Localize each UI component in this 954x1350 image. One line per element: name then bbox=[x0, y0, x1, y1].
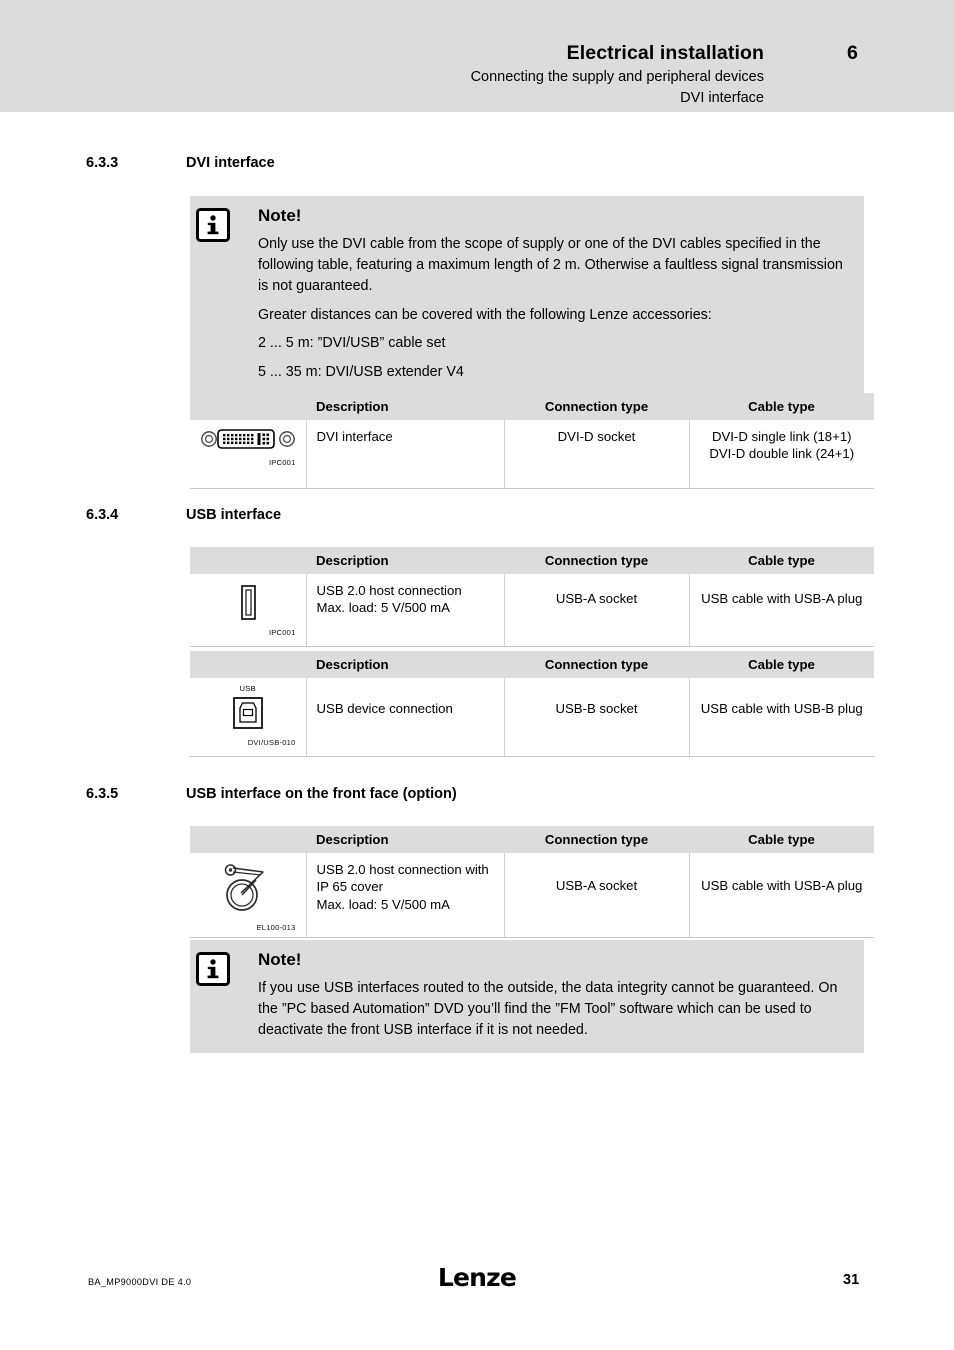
description-line-2: IP 65 cover bbox=[316, 879, 383, 895]
note-accessory-line-2: 5 ... 35 m: DVI/USB extender V4 bbox=[258, 363, 464, 380]
icon-code-label: DVI/USB-010 bbox=[247, 738, 296, 748]
section-title-634: USB interface bbox=[186, 507, 282, 523]
section-title-633: DVI interface bbox=[186, 155, 275, 171]
info-icon bbox=[196, 952, 230, 986]
info-icon bbox=[196, 208, 230, 242]
icon-code-label: EL100-013 bbox=[256, 923, 296, 933]
cell-cable-type: DVI-D single link (18+1) DVI-D double li… bbox=[688, 420, 874, 489]
table-header-row: Description Connection type Cable type bbox=[190, 826, 874, 853]
note-paragraph-dvi-1: Only use the DVI cable from the scope of… bbox=[258, 236, 843, 294]
cell-description: USB 2.0 host connection with IP 65 cover… bbox=[305, 853, 504, 939]
cell-cable-type: USB cable with USB-B plug bbox=[688, 678, 874, 757]
column-header-cable-type: Cable type bbox=[689, 651, 874, 678]
icon-code-label: IPC001 bbox=[268, 628, 296, 638]
description-line-1: USB 2.0 host connection with bbox=[316, 862, 489, 877]
column-header-description: Description bbox=[306, 651, 504, 678]
column-header-cable-type: Cable type bbox=[689, 547, 874, 574]
description-line-1: USB 2.0 host connection bbox=[316, 583, 462, 598]
cell-icon: IPC001 bbox=[190, 420, 306, 489]
section-number-634: 6.3.4 bbox=[86, 507, 119, 523]
cell-description: USB device connection bbox=[305, 678, 504, 757]
cell-connection-type: DVI-D socket bbox=[503, 420, 689, 489]
column-header-connection-type: Connection type bbox=[504, 826, 689, 853]
usb-b-socket-icon bbox=[228, 696, 268, 736]
note-title-usb: Note! bbox=[258, 950, 302, 969]
ip65-cover-icon bbox=[217, 859, 279, 921]
table-usb-front-interface: Description Connection type Cable type E… bbox=[190, 826, 874, 939]
table-row: USB DVI/USB-010 USB device connection US… bbox=[190, 678, 874, 757]
cable-type-line-2: DVI-D double link (24+1) bbox=[709, 446, 855, 462]
table-header-row: Description Connection type Cable type bbox=[190, 651, 874, 678]
column-header-connection-type: Connection type bbox=[504, 651, 689, 678]
table-row: IPC001 DVI interface DVI-D socket DVI-D … bbox=[190, 420, 874, 489]
column-header-connection-type: Connection type bbox=[504, 547, 689, 574]
column-header-icon bbox=[190, 393, 306, 420]
footer-page-number: 31 bbox=[843, 1272, 860, 1288]
table-dvi-interface: Description Connection type Cable type I… bbox=[190, 393, 874, 489]
table-header-row: Description Connection type Cable type bbox=[190, 547, 874, 574]
cell-description: USB 2.0 host connection Max. load: 5 V/5… bbox=[305, 574, 504, 647]
usb-icon-top-label: USB bbox=[239, 684, 256, 693]
note-box-dvi: Note! Only use the DVI cable from the sc… bbox=[190, 196, 864, 403]
section-number-635: 6.3.5 bbox=[86, 786, 119, 802]
note-paragraph-dvi-2: Greater distances can be covered with th… bbox=[258, 306, 712, 323]
usb-a-socket-icon bbox=[222, 580, 274, 626]
header-subtitle-primary: Connecting the supply and peripheral dev… bbox=[470, 69, 764, 85]
cell-icon: EL100-013 bbox=[190, 853, 306, 939]
table-row: EL100-013 USB 2.0 host connection with I… bbox=[190, 853, 874, 939]
section-number-633: 6.3.3 bbox=[86, 155, 119, 171]
description-line-2: Max. load: 5 V/500 mA bbox=[316, 600, 450, 616]
page-title: Electrical installation bbox=[566, 42, 764, 64]
note-title-dvi: Note! bbox=[258, 206, 302, 225]
cell-connection-type: USB-B socket bbox=[503, 678, 689, 757]
description-line-3: Max. load: 5 V/500 mA bbox=[316, 896, 450, 912]
cell-cable-type: USB cable with USB-A plug bbox=[688, 574, 874, 647]
icon-code-label: IPC001 bbox=[268, 458, 296, 468]
cell-cable-type: USB cable with USB-A plug bbox=[688, 853, 874, 939]
header-subtitle-secondary: DVI interface bbox=[680, 90, 764, 106]
chapter-number: 6 bbox=[847, 42, 858, 64]
column-header-description: Description bbox=[306, 393, 504, 420]
cell-icon: USB DVI/USB-010 bbox=[190, 678, 306, 757]
lenze-logo: Lenze bbox=[437, 1263, 517, 1292]
section-title-635: USB interface on the front face (option) bbox=[186, 786, 457, 802]
table-usb-b-interface: Description Connection type Cable type U… bbox=[190, 651, 874, 757]
column-header-icon bbox=[190, 651, 306, 678]
cell-icon: IPC001 bbox=[190, 574, 306, 647]
column-header-description: Description bbox=[306, 826, 504, 853]
cable-type-line-1: DVI-D single link (18+1) bbox=[711, 429, 852, 444]
column-header-icon bbox=[190, 547, 306, 574]
column-header-connection-type: Connection type bbox=[504, 393, 689, 420]
column-header-icon bbox=[190, 826, 306, 853]
page-header: Electrical installation 6 Connecting the… bbox=[0, 0, 954, 112]
column-header-cable-type: Cable type bbox=[689, 826, 874, 853]
dvi-d-connector-icon bbox=[200, 426, 296, 456]
note-paragraph-usb-1: If you use USB interfaces routed to the … bbox=[258, 980, 838, 1038]
table-usb-a-interface: Description Connection type Cable type I… bbox=[190, 547, 874, 647]
cell-connection-type: USB-A socket bbox=[503, 853, 689, 939]
column-header-description: Description bbox=[306, 547, 504, 574]
cell-connection-type: USB-A socket bbox=[503, 574, 689, 647]
note-box-usb: Note! If you use USB interfaces routed t… bbox=[190, 940, 864, 1053]
column-header-cable-type: Cable type bbox=[689, 393, 874, 420]
note-accessory-line-1: 2 ... 5 m: ”DVI/USB” cable set bbox=[258, 335, 446, 352]
table-row: IPC001 USB 2.0 host connection Max. load… bbox=[190, 574, 874, 647]
cell-description: DVI interface bbox=[305, 420, 504, 489]
table-header-row: Description Connection type Cable type bbox=[190, 393, 874, 420]
